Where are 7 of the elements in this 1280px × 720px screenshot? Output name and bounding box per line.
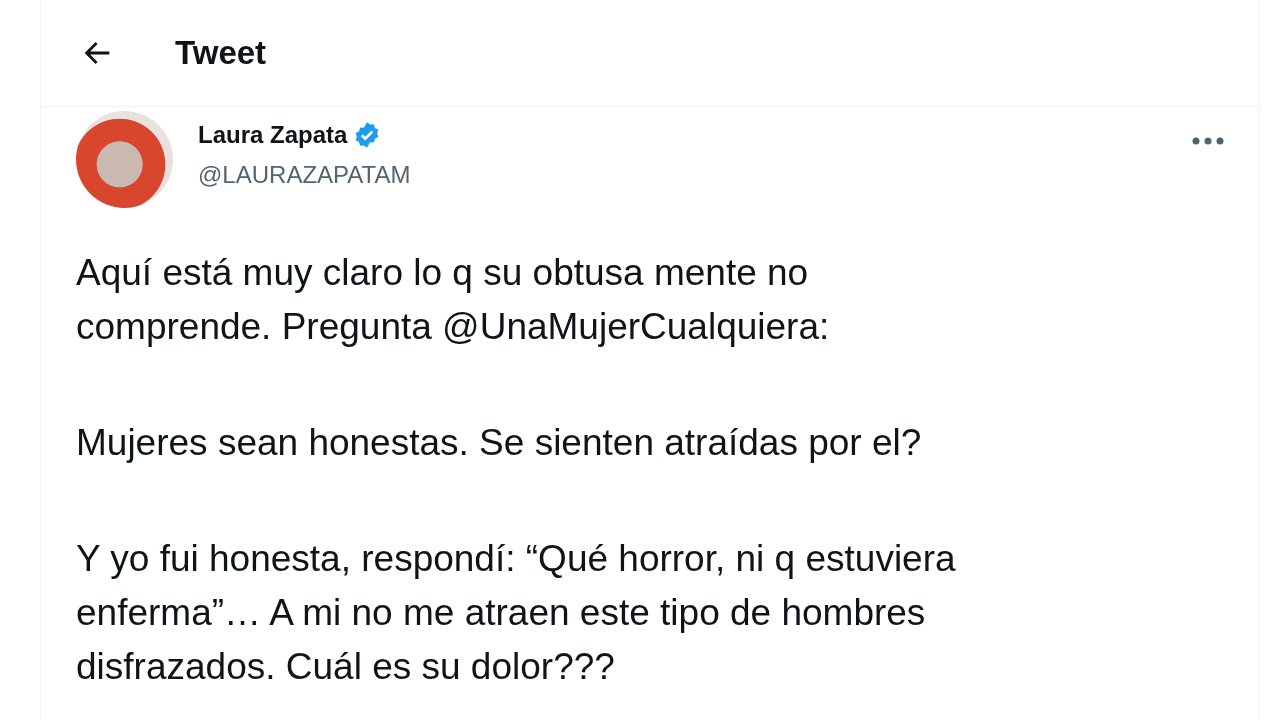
more-options-icon[interactable]	[1192, 137, 1224, 145]
tweet-paragraph: Mujeres sean honestas. Se sienten atraídas por el?	[76, 421, 923, 465]
page-title: Tweet	[175, 34, 267, 72]
tweet-paragraph: Y yo fui honesta, respondí: “Qué horror, ni q estuviera enferma”… A mi no me atraen este tipo de hombres disfrazados. Cuál es su dolor???	[76, 537, 957, 689]
author-handle[interactable]: @LAURAZAPATAM	[198, 161, 411, 189]
author-name[interactable]: Laura Zapata	[198, 121, 348, 149]
tweet-paragraph: Aquí está muy claro lo q su obtusa mente no comprende. Pregunta @UnaMujerCualquiera:	[76, 251, 831, 349]
